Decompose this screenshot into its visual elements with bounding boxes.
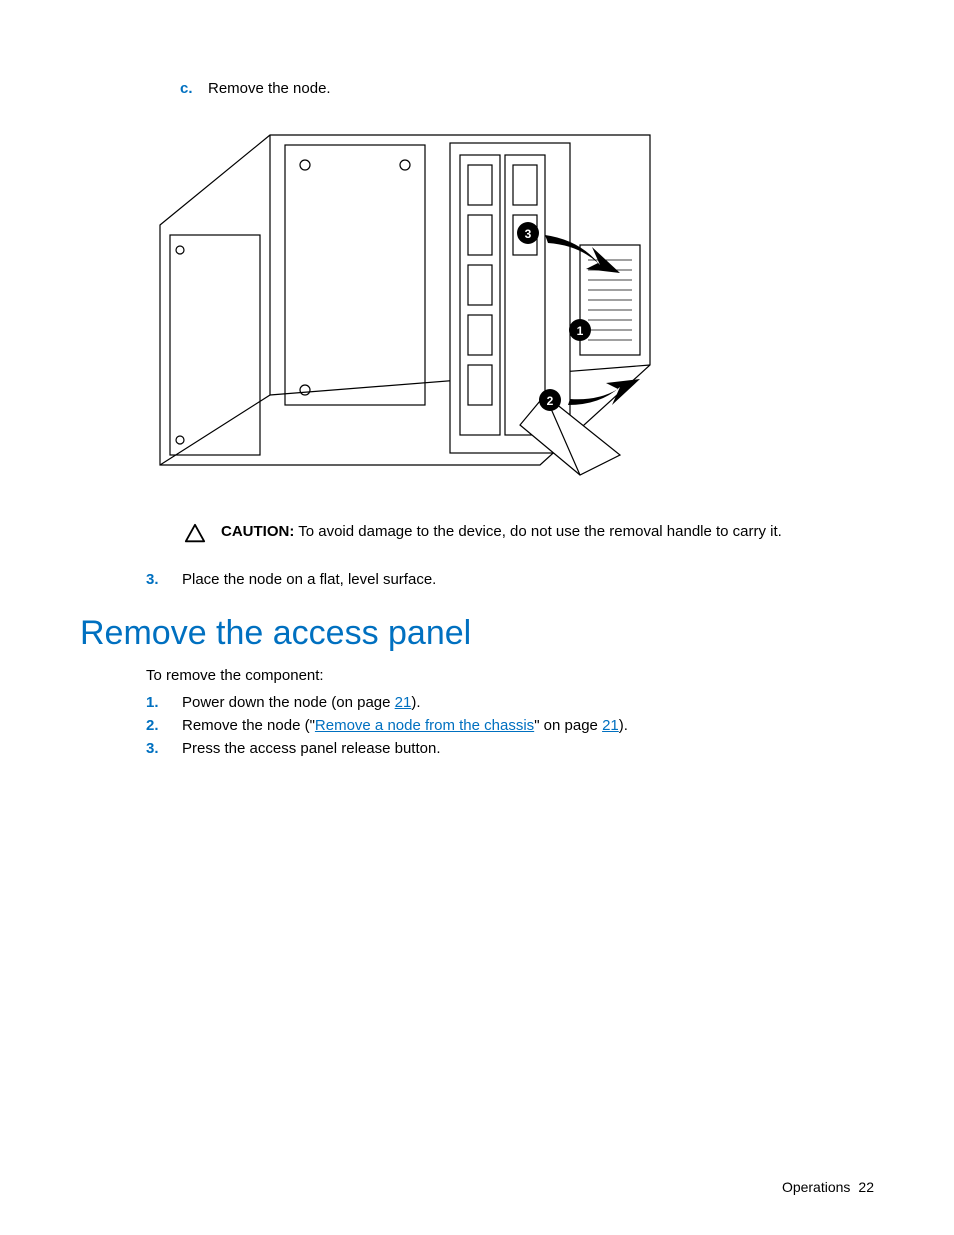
svg-text:3: 3: [525, 227, 532, 241]
caution-body: To avoid damage to the device, do not us…: [294, 523, 782, 540]
step-3-marker: 3.: [146, 740, 182, 757]
step-1: 1. Power down the node (on page 21).: [146, 694, 874, 711]
step-1-text: Power down the node (on page 21).: [182, 694, 421, 711]
link-page-21-a[interactable]: 21: [395, 694, 412, 711]
svg-text:2: 2: [547, 394, 554, 408]
step-3: 3. Press the access panel release button…: [146, 740, 874, 757]
caution-text: CAUTION: To avoid damage to the device, …: [215, 523, 874, 540]
step-3-upper-text: Place the node on a flat, level surface.: [182, 571, 436, 588]
link-page-21-b[interactable]: 21: [602, 717, 619, 734]
intro-text: To remove the component:: [146, 667, 874, 684]
substep-c-text: Remove the node.: [208, 80, 331, 97]
figure-remove-node: 1 2 3: [150, 105, 874, 505]
footer-section: Operations: [782, 1179, 850, 1195]
svg-text:1: 1: [577, 324, 584, 338]
heading-remove-access-panel: Remove the access panel: [80, 614, 874, 653]
footer-page-number: 22: [858, 1179, 874, 1195]
step-2: 2. Remove the node ("Remove a node from …: [146, 717, 874, 734]
step-3-upper-marker: 3.: [146, 571, 182, 588]
step-2-text: Remove the node ("Remove a node from the…: [182, 717, 628, 734]
caution-icon: [175, 523, 215, 545]
step-2-marker: 2.: [146, 717, 182, 734]
substep-c: c. Remove the node.: [180, 80, 874, 97]
page-footer: Operations 22: [782, 1179, 874, 1195]
step-3-text: Press the access panel release button.: [182, 740, 441, 757]
step-1-marker: 1.: [146, 694, 182, 711]
caution-block: CAUTION: To avoid damage to the device, …: [175, 523, 874, 545]
link-remove-node-chassis[interactable]: Remove a node from the chassis: [315, 717, 534, 734]
step-3-upper: 3. Place the node on a flat, level surfa…: [146, 571, 874, 588]
substep-c-marker: c.: [180, 80, 208, 97]
server-node-illustration: 1 2 3: [150, 105, 670, 505]
caution-label: CAUTION:: [221, 523, 294, 540]
page-content: c. Remove the node.: [0, 0, 954, 757]
